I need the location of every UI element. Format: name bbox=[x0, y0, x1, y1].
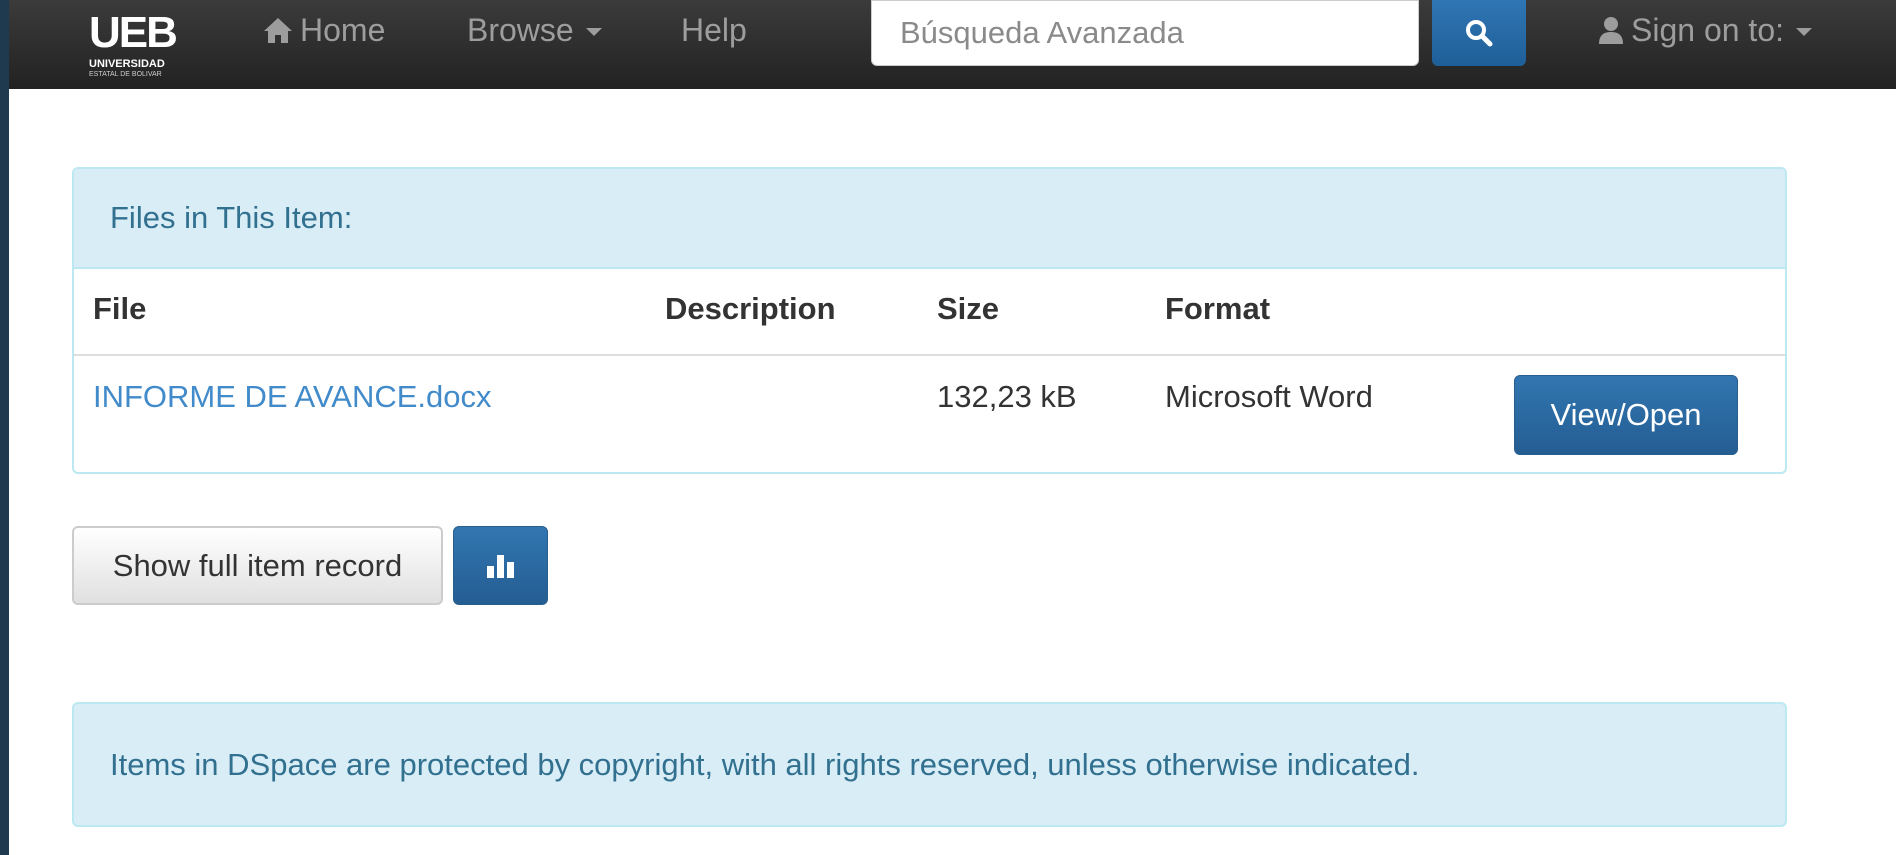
chevron-down-icon bbox=[585, 28, 602, 36]
file-format: Microsoft Word bbox=[1165, 379, 1373, 414]
show-full-record-button[interactable]: Show full item record bbox=[72, 526, 443, 605]
file-name-link[interactable]: INFORME DE AVANCE.docx bbox=[93, 379, 492, 415]
file-size: 132,23 kB bbox=[937, 379, 1077, 414]
nav-help-label: Help bbox=[681, 12, 747, 48]
copyright-notice: Items in DSpace are protected by copyrig… bbox=[72, 702, 1787, 827]
view-open-button[interactable]: View/Open bbox=[1514, 375, 1738, 455]
search-icon bbox=[1466, 20, 1493, 47]
nav-browse-label: Browse bbox=[467, 12, 574, 48]
column-header-format: Format bbox=[1165, 291, 1271, 326]
bar-chart-icon bbox=[486, 554, 514, 578]
home-icon bbox=[264, 18, 292, 43]
chevron-down-icon bbox=[1796, 28, 1812, 36]
nav-help-link[interactable]: Help bbox=[681, 0, 747, 60]
user-icon bbox=[1599, 17, 1623, 44]
nav-home-label: Home bbox=[300, 12, 386, 48]
logo-subtitle: UNIVERSIDAD bbox=[89, 58, 165, 70]
files-panel: Files in This Item: File Description Siz… bbox=[72, 167, 1787, 474]
nav-home-link[interactable]: Home bbox=[262, 0, 385, 60]
search-input[interactable] bbox=[871, 0, 1419, 66]
nav-browse-dropdown[interactable]: Browse bbox=[467, 0, 602, 60]
files-panel-heading: Files in This Item: bbox=[74, 169, 1785, 269]
column-header-description: Description bbox=[665, 291, 836, 326]
column-header-size: Size bbox=[937, 291, 1000, 326]
window-frame-left bbox=[0, 0, 9, 855]
logo-subtitle-small: ESTATAL DE BOLIVAR bbox=[89, 71, 162, 78]
table-row-divider bbox=[74, 354, 1785, 356]
ueb-logo[interactable]: UEB UNIVERSIDAD ESTATAL DE BOLIVAR bbox=[79, 6, 199, 82]
sign-on-dropdown[interactable]: Sign on to: bbox=[1597, 0, 1812, 60]
column-header-file: File bbox=[93, 291, 147, 326]
search-button[interactable] bbox=[1432, 0, 1526, 66]
sign-on-label: Sign on to: bbox=[1631, 12, 1784, 48]
statistics-button[interactable] bbox=[453, 526, 548, 605]
top-navbar: UEB UNIVERSIDAD ESTATAL DE BOLIVAR Home … bbox=[9, 0, 1896, 89]
logo-text: UEB bbox=[89, 8, 178, 57]
